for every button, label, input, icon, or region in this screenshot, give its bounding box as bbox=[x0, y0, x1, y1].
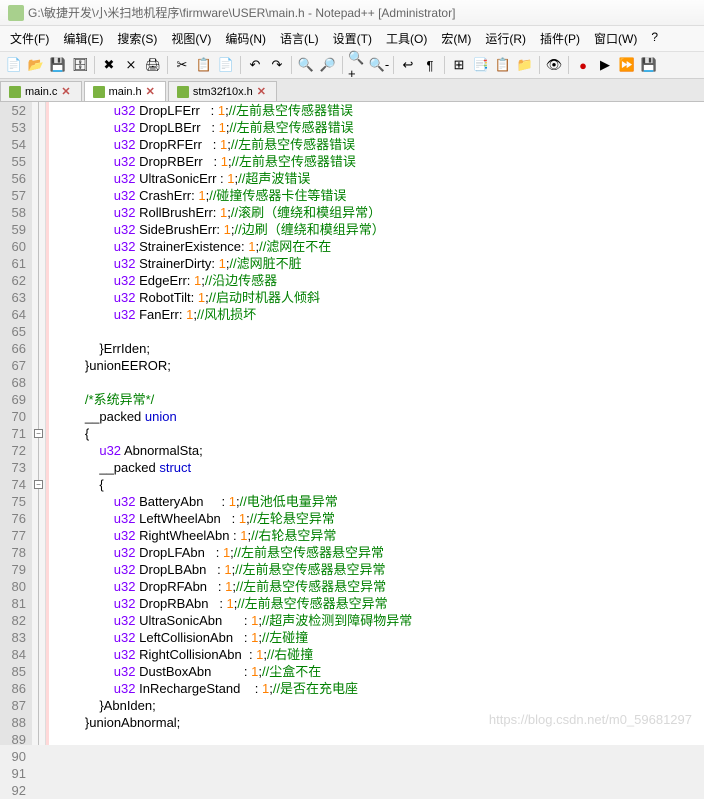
separator bbox=[240, 56, 241, 74]
menu-item[interactable]: 宏(M) bbox=[435, 28, 477, 49]
save-icon[interactable]: 💾 bbox=[48, 55, 68, 75]
print-icon[interactable]: 🖨 bbox=[143, 55, 163, 75]
line-number-gutter: 5253545556575859606162636465666768697071… bbox=[0, 102, 32, 745]
tab-label: main.c bbox=[25, 86, 57, 98]
separator bbox=[167, 56, 168, 74]
new-file-icon[interactable]: 📄 bbox=[4, 55, 24, 75]
open-file-icon[interactable]: 📂 bbox=[26, 55, 46, 75]
separator bbox=[94, 56, 95, 74]
paste-icon[interactable]: 📄 bbox=[216, 55, 236, 75]
menu-item[interactable]: ? bbox=[645, 28, 664, 49]
menu-item[interactable]: 插件(P) bbox=[534, 28, 586, 49]
show-symbols-icon[interactable]: ¶ bbox=[420, 55, 440, 75]
tab-close-icon[interactable]: ✕ bbox=[61, 85, 70, 98]
toolbar: 📄 📂 💾 🗄 ✖ ⨯ 🖨 ✂ 📋 📄 ↶ ↷ 🔍 🔎 🔍+ 🔍- ↩ ¶ ⊞ … bbox=[0, 52, 704, 79]
record-icon[interactable]: ● bbox=[573, 55, 593, 75]
doc-map-icon[interactable]: 📑 bbox=[471, 55, 491, 75]
undo-icon[interactable]: ↶ bbox=[245, 55, 265, 75]
menu-item[interactable]: 运行(R) bbox=[479, 28, 532, 49]
folder-icon[interactable]: 📁 bbox=[515, 55, 535, 75]
indent-guide-icon[interactable]: ⊞ bbox=[449, 55, 469, 75]
menu-bar: 文件(F)编辑(E)搜索(S)视图(V)编码(N)语言(L)设置(T)工具(O)… bbox=[0, 26, 704, 52]
save-all-icon[interactable]: 🗄 bbox=[70, 55, 90, 75]
play-multi-icon[interactable]: ⏩ bbox=[617, 55, 637, 75]
file-icon bbox=[9, 86, 21, 98]
window-title: G:\敏捷开发\小米扫地机程序\firmware\USER\main.h - N… bbox=[28, 4, 455, 21]
separator bbox=[539, 56, 540, 74]
monitor-icon[interactable]: 👁 bbox=[544, 55, 564, 75]
app-icon bbox=[8, 5, 24, 21]
menu-item[interactable]: 编码(N) bbox=[219, 28, 272, 49]
tab-close-icon[interactable]: ✕ bbox=[257, 85, 266, 98]
play-icon[interactable]: ▶ bbox=[595, 55, 615, 75]
save-macro-icon[interactable]: 💾 bbox=[639, 55, 659, 75]
separator bbox=[393, 56, 394, 74]
fold-margin[interactable]: −− bbox=[32, 102, 46, 745]
zoom-out-icon[interactable]: 🔍- bbox=[369, 55, 389, 75]
find-icon[interactable]: 🔍 bbox=[296, 55, 316, 75]
tab-close-icon[interactable]: ✕ bbox=[146, 85, 155, 98]
file-icon bbox=[93, 86, 105, 98]
separator bbox=[291, 56, 292, 74]
wrap-icon[interactable]: ↩ bbox=[398, 55, 418, 75]
close-icon[interactable]: ✖ bbox=[99, 55, 119, 75]
menu-item[interactable]: 文件(F) bbox=[4, 28, 55, 49]
copy-icon[interactable]: 📋 bbox=[194, 55, 214, 75]
menu-item[interactable]: 语言(L) bbox=[274, 28, 325, 49]
zoom-in-icon[interactable]: 🔍+ bbox=[347, 55, 367, 75]
editor-area[interactable]: 5253545556575859606162636465666768697071… bbox=[0, 102, 704, 745]
replace-icon[interactable]: 🔎 bbox=[318, 55, 338, 75]
file-tab[interactable]: stm32f10x.h ✕ bbox=[168, 81, 277, 101]
separator bbox=[568, 56, 569, 74]
file-icon bbox=[177, 86, 189, 98]
cut-icon[interactable]: ✂ bbox=[172, 55, 192, 75]
close-all-icon[interactable]: ⨯ bbox=[121, 55, 141, 75]
menu-item[interactable]: 编辑(E) bbox=[57, 28, 109, 49]
file-tab[interactable]: main.c ✕ bbox=[0, 81, 82, 101]
menu-item[interactable]: 搜索(S) bbox=[111, 28, 163, 49]
tab-bar: main.c ✕ main.h ✕ stm32f10x.h ✕ bbox=[0, 79, 704, 102]
watermark: https://blog.csdn.net/m0_59681297 bbox=[489, 712, 692, 727]
menu-item[interactable]: 视图(V) bbox=[165, 28, 217, 49]
menu-item[interactable]: 窗口(W) bbox=[588, 28, 643, 49]
separator bbox=[444, 56, 445, 74]
tab-label: main.h bbox=[109, 86, 142, 98]
func-list-icon[interactable]: 📋 bbox=[493, 55, 513, 75]
menu-item[interactable]: 设置(T) bbox=[327, 28, 378, 49]
tab-label: stm32f10x.h bbox=[193, 86, 253, 98]
code-content[interactable]: u32 DropLFErr : 1;//左前悬空传感器错误 u32 DropLB… bbox=[52, 102, 704, 745]
title-bar: G:\敏捷开发\小米扫地机程序\firmware\USER\main.h - N… bbox=[0, 0, 704, 26]
separator bbox=[342, 56, 343, 74]
redo-icon[interactable]: ↷ bbox=[267, 55, 287, 75]
file-tab[interactable]: main.h ✕ bbox=[84, 81, 166, 101]
menu-item[interactable]: 工具(O) bbox=[380, 28, 433, 49]
